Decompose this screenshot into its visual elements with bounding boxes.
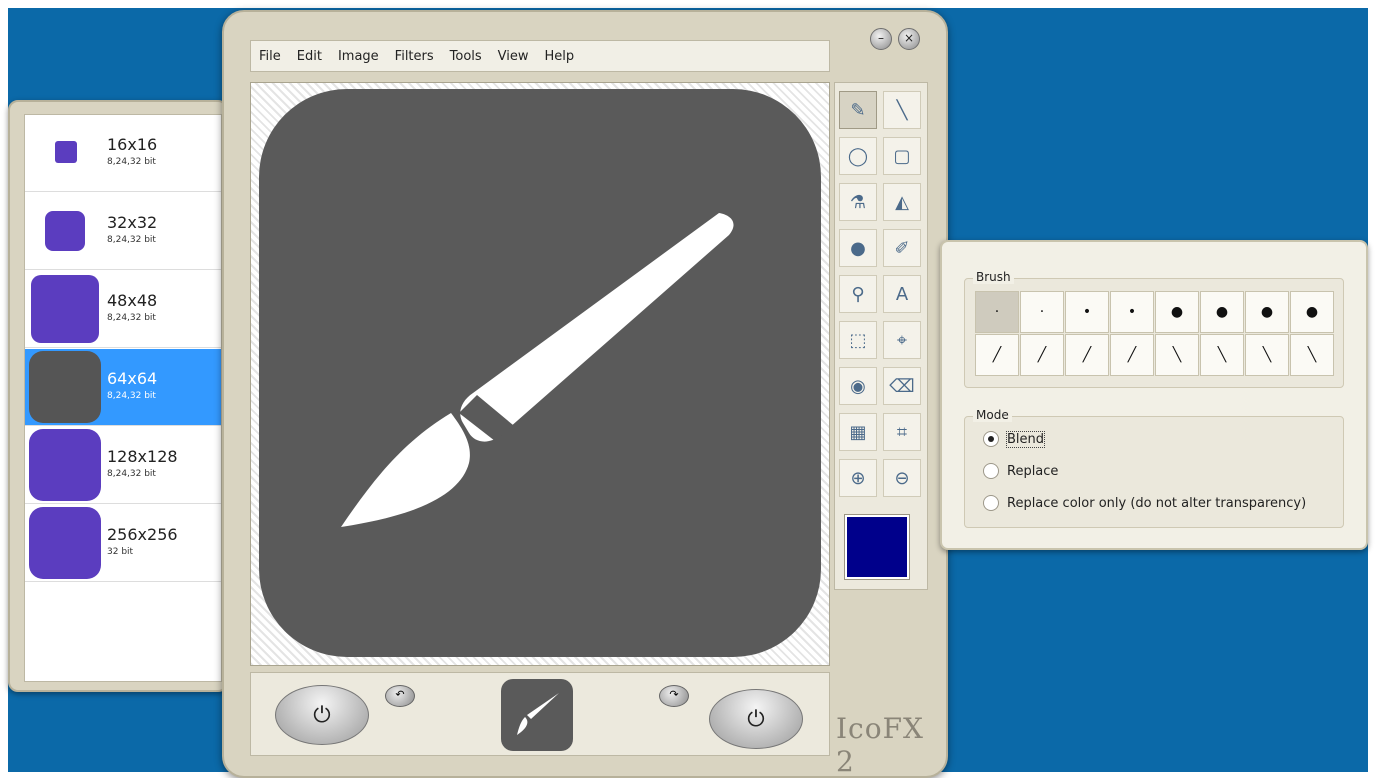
brush-options-panel: Brush · · • • ● ● ● ● ╱ ╱ ╱ ╱ ╲ ╲ ╲ ╲ Mo… (940, 240, 1368, 550)
undo-button[interactable]: ↶ (385, 685, 415, 707)
app-logo: IcoFX 2 (836, 712, 924, 778)
brush-cell[interactable]: ╲ (1290, 334, 1334, 376)
menu-file[interactable]: File (251, 49, 289, 64)
size-item-48[interactable]: 48x48 8,24,32 bit (25, 271, 221, 348)
zoom-tool-icon[interactable]: ⚲ (839, 275, 877, 313)
text-icon[interactable]: A (883, 275, 921, 313)
eraser-icon[interactable]: ⌫ (883, 367, 921, 405)
preview-thumbnail (501, 679, 573, 751)
brush-cell[interactable]: ╲ (1245, 334, 1289, 376)
brush-cell[interactable]: ● (1290, 291, 1334, 333)
brush-cell[interactable]: ╲ (1200, 334, 1244, 376)
color-picker-icon[interactable]: ✐ (883, 229, 921, 267)
brush-cell[interactable]: ╱ (1110, 334, 1154, 376)
brush-cell[interactable]: · (975, 291, 1019, 333)
radio-label: Replace color only (do not alter transpa… (1007, 495, 1307, 511)
size-thumbnail (29, 351, 101, 423)
mode-blend-radio[interactable]: Blend (983, 430, 1046, 448)
size-label: 256x256 (107, 525, 178, 544)
zoom-in-icon[interactable]: ⊕ (839, 459, 877, 497)
radio-button[interactable] (983, 495, 999, 511)
size-label: 16x16 (107, 135, 158, 154)
select-rect-icon[interactable]: ⬚ (839, 321, 877, 359)
paintbrush-image (341, 213, 734, 527)
current-color-swatch[interactable] (844, 514, 910, 580)
size-item-16[interactable]: 16x16 8,24,32 bit (25, 115, 221, 192)
mode-group-title: Mode (973, 408, 1012, 422)
size-list-panel: 16x16 8,24,32 bit 32x32 8,24,32 bit 48x4… (8, 100, 228, 692)
menu-tools[interactable]: Tools (442, 49, 490, 64)
bit-depth-label: 8,24,32 bit (107, 313, 156, 323)
menu-image[interactable]: Image (330, 49, 387, 64)
radio-label: Blend (1005, 430, 1046, 448)
transform-icon[interactable]: ⌖ (883, 321, 921, 359)
brush-cell[interactable]: ╱ (975, 334, 1019, 376)
brush-cell[interactable]: • (1065, 291, 1109, 333)
grid-icon[interactable]: ▦ (839, 413, 877, 451)
bottom-bar: ⏻ ↶ ↷ ⏻ (250, 672, 830, 756)
drawing-canvas[interactable] (250, 82, 830, 666)
size-label: 32x32 (107, 213, 158, 232)
bit-depth-label: 8,24,32 bit (107, 235, 156, 245)
menu-view[interactable]: View (490, 49, 537, 64)
radio-button[interactable] (983, 463, 999, 479)
crop-icon[interactable]: ⌗ (883, 413, 921, 451)
mode-group: Mode Blend Replace Replace color only (d… (964, 408, 1344, 528)
tool-palette: ✎ ╲ ◯ ▢ ⚗ ◭ ● ✐ ⚲ A ⬚ ⌖ ◉ ⌫ ▦ ⌗ ⊕ ⊖ (834, 82, 928, 590)
size-thumbnail (55, 141, 77, 163)
redo-button[interactable]: ↷ (659, 685, 689, 707)
size-label: 128x128 (107, 447, 178, 466)
size-item-256[interactable]: 256x256 32 bit (25, 505, 221, 582)
blob-icon[interactable]: ● (839, 229, 877, 267)
fill-icon[interactable]: ◭ (883, 183, 921, 221)
bit-depth-label: 32 bit (107, 547, 134, 557)
menu-bar: File Edit Image Filters Tools View Help (250, 40, 830, 72)
mode-replace-color-radio[interactable]: Replace color only (do not alter transpa… (983, 495, 1306, 511)
brush-cell[interactable]: ● (1245, 291, 1289, 333)
effects-icon[interactable]: ◉ (839, 367, 877, 405)
brush-group-title: Brush (973, 270, 1014, 284)
minimize-button[interactable]: – (870, 28, 892, 50)
menu-edit[interactable]: Edit (289, 49, 330, 64)
size-thumbnail (29, 507, 101, 579)
line-icon[interactable]: ╲ (883, 91, 921, 129)
bit-depth-label: 8,24,32 bit (107, 157, 156, 167)
brush-cell[interactable]: · (1020, 291, 1064, 333)
size-thumbnail (45, 211, 85, 251)
radio-label: Replace (1007, 463, 1059, 479)
size-thumbnail (31, 275, 99, 343)
size-item-128[interactable]: 128x128 8,24,32 bit (25, 427, 221, 504)
brush-cell[interactable]: • (1110, 291, 1154, 333)
brush-size-grid: · · • • ● ● ● ● ╱ ╱ ╱ ╱ ╲ ╲ ╲ ╲ (975, 291, 1334, 376)
ellipse-icon[interactable]: ◯ (839, 137, 877, 175)
mode-replace-radio[interactable]: Replace (983, 463, 1058, 479)
size-list: 16x16 8,24,32 bit 32x32 8,24,32 bit 48x4… (24, 114, 222, 682)
paintbrush-preview-icon (517, 693, 559, 735)
rounded-rect-icon[interactable]: ▢ (883, 137, 921, 175)
pencil-icon[interactable]: ✎ (839, 91, 877, 129)
size-item-32[interactable]: 32x32 8,24,32 bit (25, 193, 221, 270)
previous-image-button[interactable]: ⏻ (275, 685, 369, 745)
size-item-64[interactable]: 64x64 8,24,32 bit (25, 349, 221, 426)
brush-cell[interactable]: ● (1155, 291, 1199, 333)
main-window: File Edit Image Filters Tools View Help … (222, 10, 948, 778)
zoom-out-icon[interactable]: ⊖ (883, 459, 921, 497)
size-label: 48x48 (107, 291, 158, 310)
menu-filters[interactable]: Filters (387, 49, 442, 64)
airbrush-icon[interactable]: ⚗ (839, 183, 877, 221)
close-button[interactable]: × (898, 28, 920, 50)
next-image-button[interactable]: ⏻ (709, 689, 803, 749)
size-thumbnail (29, 429, 101, 501)
brush-cell[interactable]: ╱ (1065, 334, 1109, 376)
radio-button[interactable] (983, 431, 999, 447)
brush-cell[interactable]: ● (1200, 291, 1244, 333)
brush-cell[interactable]: ╱ (1020, 334, 1064, 376)
bit-depth-label: 8,24,32 bit (107, 469, 156, 479)
menu-help[interactable]: Help (537, 49, 583, 64)
brush-group: Brush · · • • ● ● ● ● ╱ ╱ ╱ ╱ ╲ ╲ ╲ ╲ (964, 270, 1344, 388)
bit-depth-label: 8,24,32 bit (107, 391, 156, 401)
brush-cell[interactable]: ╲ (1155, 334, 1199, 376)
size-label: 64x64 (107, 369, 158, 388)
